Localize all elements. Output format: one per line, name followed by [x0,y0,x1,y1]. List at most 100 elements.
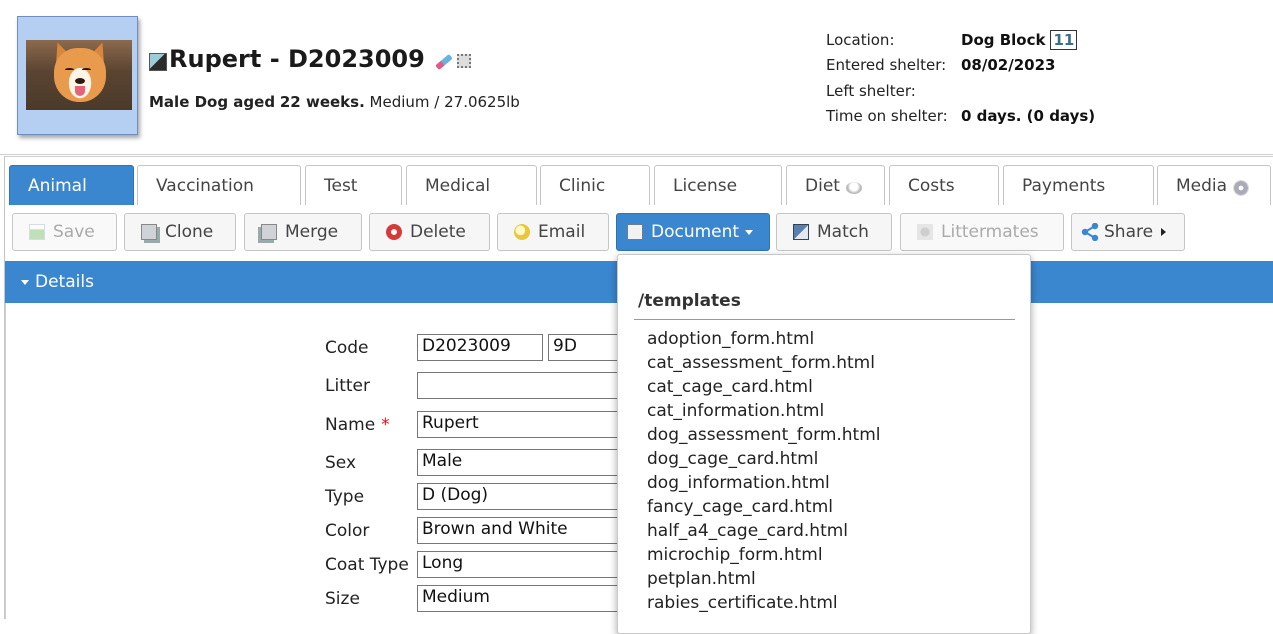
size-select[interactable]: Medium [417,585,628,612]
tab-clinic[interactable]: Clinic [540,165,650,205]
littermates-button[interactable]: Littermates [900,213,1064,251]
menu-item-fancy-cage-card[interactable]: fancy_cage_card.html [647,495,881,519]
tab-license[interactable]: License [654,165,782,205]
required-mark: * [381,415,390,435]
tab-costs[interactable]: Costs [889,165,999,205]
sex-label: Sex [325,453,357,473]
tab-medical[interactable]: Medical [406,165,537,205]
menu-item-cat-assessment-form[interactable]: cat_assessment_form.html [647,351,881,375]
code-field[interactable]: D2023009 [417,334,543,361]
litter-label: Litter [325,376,370,396]
tab-label: Payments [1022,175,1106,196]
merge-icon [261,224,277,240]
time-label: Time on shelter: [826,107,948,126]
litter-field[interactable] [417,372,628,399]
email-icon [514,224,530,240]
littermates-icon [917,224,933,240]
location-row: Location: Dog Block 11 [826,27,1095,53]
dog-nose [75,78,85,84]
location-value: Dog Block [961,30,1046,49]
merge-label: Merge [285,222,339,242]
tab-label: Animal [28,175,87,196]
size-label: Size [325,589,360,609]
save-label: Save [53,222,95,242]
time-row: Time on shelter: 0 days. (0 days) [826,104,1095,130]
tab-label: Test [324,175,358,196]
location-label: Location: [826,30,895,49]
tab-animal[interactable]: Animal [9,165,134,205]
menu-item-adoption-form[interactable]: adoption_form.html [647,327,881,351]
coat-type-select[interactable]: Long [417,551,628,578]
menu-item-dog-assessment-form[interactable]: dog_assessment_form.html [647,423,881,447]
disc-icon [1233,179,1250,196]
sex-select[interactable]: Male [417,449,628,476]
clone-label: Clone [165,222,214,242]
match-icon [793,224,809,240]
tab-label: Costs [908,175,955,196]
location-unit-link[interactable]: 11 [1050,29,1078,50]
animal-title-row: Rupert - D2023009 [149,42,471,76]
email-button[interactable]: Email [497,213,609,251]
coat-type-label: Coat Type [325,555,409,575]
save-icon [29,224,45,240]
menu-item-microchip-form[interactable]: microchip_form.html [647,543,881,567]
name-label: Name * [325,415,390,435]
match-button[interactable]: Match [776,213,892,251]
tab-label: Diet [805,175,840,196]
share-button[interactable]: Share [1071,213,1185,251]
merge-button[interactable]: Merge [244,213,362,251]
shelter-animal-icon [149,53,167,71]
name-field[interactable]: Rupert [417,411,628,438]
chevron-right-icon [1161,228,1167,236]
delete-icon [386,224,402,240]
document-icon [627,224,643,240]
menu-item-dog-cage-card[interactable]: dog_cage_card.html [647,447,881,471]
code-label: Code [325,338,369,358]
diet-icon [845,181,862,194]
document-label: Document [651,222,740,242]
tab-vaccination[interactable]: Vaccination [137,165,301,205]
left-label: Left shelter: [826,81,916,100]
delete-button[interactable]: Delete [369,213,490,251]
type-label: Type [325,487,365,507]
animal-photo[interactable] [26,40,132,110]
color-select[interactable]: Brown and White [417,517,628,544]
summary-age: 22 weeks. [279,93,365,111]
animal-summary: Male Dog aged 22 weeks. Medium / 27.0625… [149,93,520,111]
clone-button[interactable]: Clone [124,213,236,251]
microchip-icon [456,54,471,68]
syringe-icon [435,53,453,71]
dog-tongue [75,86,85,96]
tab-diet[interactable]: Diet [786,165,885,205]
details-title: Details [35,272,94,292]
menu-item-half-a4-cage-card[interactable]: half_a4_cage_card.html [647,519,881,543]
animal-photo-frame[interactable] [17,16,138,135]
tab-media[interactable]: Media [1157,165,1271,205]
tab-payments[interactable]: Payments [1003,165,1154,205]
document-button[interactable]: Document [616,213,770,251]
template-list: adoption_form.html cat_assessment_form.h… [647,327,881,615]
summary-size-weight: Medium / 27.0625lb [369,93,520,111]
menu-item-cat-cage-card[interactable]: cat_cage_card.html [647,375,881,399]
short-code-field[interactable]: 9D [548,334,628,361]
menu-item-petplan[interactable]: petplan.html [647,567,881,591]
littermates-label: Littermates [941,222,1039,242]
entered-row: Entered shelter: 08/02/2023 [826,53,1095,79]
clone-icon [141,224,157,240]
menu-item-rabies-certificate[interactable]: rabies_certificate.html [647,591,881,615]
match-label: Match [817,222,869,242]
type-select[interactable]: D (Dog) [417,483,628,510]
email-label: Email [538,222,586,242]
tab-label: Media [1176,175,1228,196]
animal-header: Rupert - D2023009 Male Dog aged 22 weeks… [0,0,1273,155]
time-value: 0 days. (0 days) [961,107,1096,126]
share-label: Share [1104,222,1154,242]
save-button[interactable]: Save [12,213,117,251]
menu-item-dog-information[interactable]: dog_information.html [647,471,881,495]
share-icon [1081,223,1099,241]
color-label: Color [325,521,370,541]
tab-test[interactable]: Test [305,165,402,205]
menu-heading: /templates [638,291,741,311]
menu-item-cat-information[interactable]: cat_information.html [647,399,881,423]
name-label-text: Name [325,415,376,435]
